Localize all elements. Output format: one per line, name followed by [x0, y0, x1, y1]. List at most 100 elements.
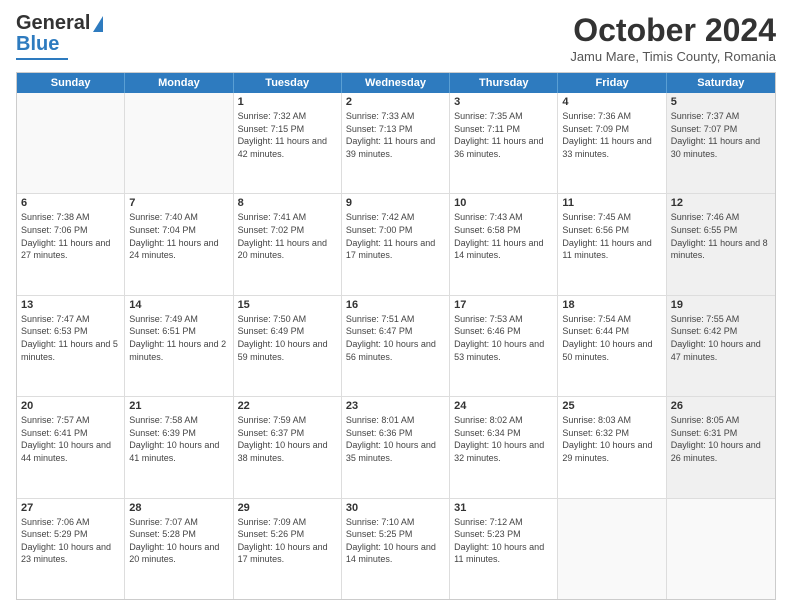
- day-header-sunday: Sunday: [17, 73, 125, 93]
- daylight-text: Daylight: 10 hours and 53 minutes.: [454, 338, 553, 363]
- day-header-monday: Monday: [125, 73, 233, 93]
- sunrise-text: Sunrise: 7:58 AM: [129, 414, 228, 427]
- daylight-text: Daylight: 10 hours and 56 minutes.: [346, 338, 445, 363]
- sunset-text: Sunset: 6:32 PM: [562, 427, 661, 440]
- sunrise-text: Sunrise: 8:05 AM: [671, 414, 771, 427]
- daylight-text: Daylight: 10 hours and 38 minutes.: [238, 439, 337, 464]
- logo-triangle-icon: [93, 16, 103, 32]
- sunset-text: Sunset: 5:23 PM: [454, 528, 553, 541]
- sunset-text: Sunset: 6:44 PM: [562, 325, 661, 338]
- day-number: 30: [346, 502, 445, 514]
- day-cell-25: 25Sunrise: 8:03 AMSunset: 6:32 PMDayligh…: [558, 397, 666, 497]
- daylight-text: Daylight: 11 hours and 39 minutes.: [346, 135, 445, 160]
- sunrise-text: Sunrise: 7:37 AM: [671, 110, 771, 123]
- day-cell-11: 11 Sunrise: 7:45 AMSunset: 6:56 PMDayligh…: [558, 194, 666, 294]
- day-cell-21: 21Sunrise: 7:58 AMSunset: 6:39 PMDayligh…: [125, 397, 233, 497]
- daylight-text: Daylight: 11 hours and 14 minutes.: [454, 237, 553, 262]
- empty-cell: [17, 93, 125, 193]
- daylight-text: Daylight: 10 hours and 50 minutes.: [562, 338, 661, 363]
- sunset-text: Sunset: 6:36 PM: [346, 427, 445, 440]
- day-cell-10: 10Sunrise: 7:43 AMSunset: 6:58 PMDayligh…: [450, 194, 558, 294]
- day-cell-20: 20 Sunrise: 7:57 AMSunset: 6:41 PMDayligh…: [17, 397, 125, 497]
- daylight-text: Daylight: 10 hours and 26 minutes.: [671, 439, 771, 464]
- sunrise-text: Sunrise: 8:03 AM: [562, 414, 661, 427]
- sunset-text: Sunset: 6:41 PM: [21, 427, 120, 440]
- day-cell-13: 13 Sunrise: 7:47 AMSunset: 6:53 PMDayligh…: [17, 296, 125, 396]
- day-cell-3: 3Sunrise: 7:35 AMSunset: 7:11 PMDaylight…: [450, 93, 558, 193]
- daylight-text: Daylight: 11 hours and 17 minutes.: [346, 237, 445, 262]
- day-number: 5: [671, 96, 771, 108]
- day-number: 17: [454, 299, 553, 311]
- day-header-saturday: Saturday: [667, 73, 775, 93]
- day-number: 23: [346, 400, 445, 412]
- week-row-3: 13Sunrise: 7:47 AMSunset: 6:53 PMDayligh…: [17, 296, 775, 397]
- sunset-text: Sunset: 7:15 PM: [238, 123, 337, 136]
- sunset-text: Sunset: 6:53 PM: [21, 325, 120, 338]
- sunrise-text: Sunrise: 7:32 AM: [238, 110, 337, 123]
- sunrise-text: Sunrise: 7:47 AM: [21, 313, 120, 326]
- sunset-text: Sunset: 6:56 PM: [562, 224, 661, 237]
- sunrise-text: Sunrise: 7:43 AM: [454, 211, 553, 224]
- week-row-1: 1Sunrise: 7:32 AMSunset: 7:15 PMDaylight…: [17, 93, 775, 194]
- sunrise-text: Sunrise: 7:40 AM: [129, 211, 228, 224]
- day-number: 9: [346, 197, 445, 209]
- daylight-text: Daylight: 11 hours and 11 minutes.: [562, 237, 661, 262]
- sunset-text: Sunset: 7:13 PM: [346, 123, 445, 136]
- sunset-text: Sunset: 6:58 PM: [454, 224, 553, 237]
- day-cell-4: 4Sunrise: 7:36 AMSunset: 7:09 PMDaylight…: [558, 93, 666, 193]
- day-number: 28: [129, 502, 228, 514]
- sunset-text: Sunset: 6:37 PM: [238, 427, 337, 440]
- logo: General Blue: [16, 12, 103, 60]
- daylight-text: Daylight: 10 hours and 59 minutes.: [238, 338, 337, 363]
- sunrise-text: Sunrise: 7:36 AM: [562, 110, 661, 123]
- page: General Blue October 2024 Jamu Mare, Tim…: [0, 0, 792, 612]
- empty-cell: [125, 93, 233, 193]
- day-cell-28: 28Sunrise: 7:07 AMSunset: 5:28 PMDayligh…: [125, 499, 233, 599]
- calendar: SundayMondayTuesdayWednesdayThursdayFrid…: [16, 72, 776, 600]
- sunrise-text: Sunrise: 7:09 AM: [238, 516, 337, 529]
- day-cell-17: 17Sunrise: 7:53 AMSunset: 6:46 PMDayligh…: [450, 296, 558, 396]
- day-number: 22: [238, 400, 337, 412]
- day-cell-22: 22 Sunrise: 7:59 AMSunset: 6:37 PMDayligh…: [234, 397, 342, 497]
- day-number: 27: [21, 502, 120, 514]
- sunset-text: Sunset: 6:39 PM: [129, 427, 228, 440]
- day-number: 18: [562, 299, 661, 311]
- sunrise-text: Sunrise: 7:57 AM: [21, 414, 120, 427]
- logo-underline: [16, 58, 68, 60]
- daylight-text: Daylight: 10 hours and 17 minutes.: [238, 541, 337, 566]
- daylight-text: Daylight: 11 hours and 5 minutes.: [21, 338, 120, 363]
- day-cell-30: 30Sunrise: 7:10 AMSunset: 5:25 PMDayligh…: [342, 499, 450, 599]
- daylight-text: Daylight: 10 hours and 29 minutes.: [562, 439, 661, 464]
- day-header-tuesday: Tuesday: [234, 73, 342, 93]
- day-cell-5: 5Sunrise: 7:37 AMSunset: 7:07 PMDaylight…: [667, 93, 775, 193]
- day-number: 15: [238, 299, 337, 311]
- month-title: October 2024: [570, 12, 776, 49]
- sunrise-text: Sunrise: 7:59 AM: [238, 414, 337, 427]
- header: General Blue October 2024 Jamu Mare, Tim…: [16, 12, 776, 64]
- sunset-text: Sunset: 5:26 PM: [238, 528, 337, 541]
- sunset-text: Sunset: 7:07 PM: [671, 123, 771, 136]
- day-cell-14: 14Sunrise: 7:49 AMSunset: 6:51 PMDayligh…: [125, 296, 233, 396]
- daylight-text: Daylight: 11 hours and 20 minutes.: [238, 237, 337, 262]
- sunrise-text: Sunrise: 7:38 AM: [21, 211, 120, 224]
- sunrise-text: Sunrise: 7:45 AM: [562, 211, 661, 224]
- sunset-text: Sunset: 6:42 PM: [671, 325, 771, 338]
- day-number: 29: [238, 502, 337, 514]
- sunrise-text: Sunrise: 7:50 AM: [238, 313, 337, 326]
- sunset-text: Sunset: 5:28 PM: [129, 528, 228, 541]
- sunset-text: Sunset: 5:25 PM: [346, 528, 445, 541]
- daylight-text: Daylight: 10 hours and 44 minutes.: [21, 439, 120, 464]
- day-number: 20: [21, 400, 120, 412]
- sunrise-text: Sunrise: 7:54 AM: [562, 313, 661, 326]
- daylight-text: Daylight: 11 hours and 27 minutes.: [21, 237, 120, 262]
- sunset-text: Sunset: 6:46 PM: [454, 325, 553, 338]
- sunrise-text: Sunrise: 7:35 AM: [454, 110, 553, 123]
- day-cell-8: 8Sunrise: 7:41 AMSunset: 7:02 PMDaylight…: [234, 194, 342, 294]
- sunrise-text: Sunrise: 7:42 AM: [346, 211, 445, 224]
- day-number: 11: [562, 197, 661, 209]
- day-number: 13: [21, 299, 120, 311]
- day-cell-12: 12Sunrise: 7:46 AMSunset: 6:55 PMDayligh…: [667, 194, 775, 294]
- sunrise-text: Sunrise: 7:55 AM: [671, 313, 771, 326]
- title-block: October 2024 Jamu Mare, Timis County, Ro…: [570, 12, 776, 64]
- calendar-body: 1Sunrise: 7:32 AMSunset: 7:15 PMDaylight…: [17, 93, 775, 599]
